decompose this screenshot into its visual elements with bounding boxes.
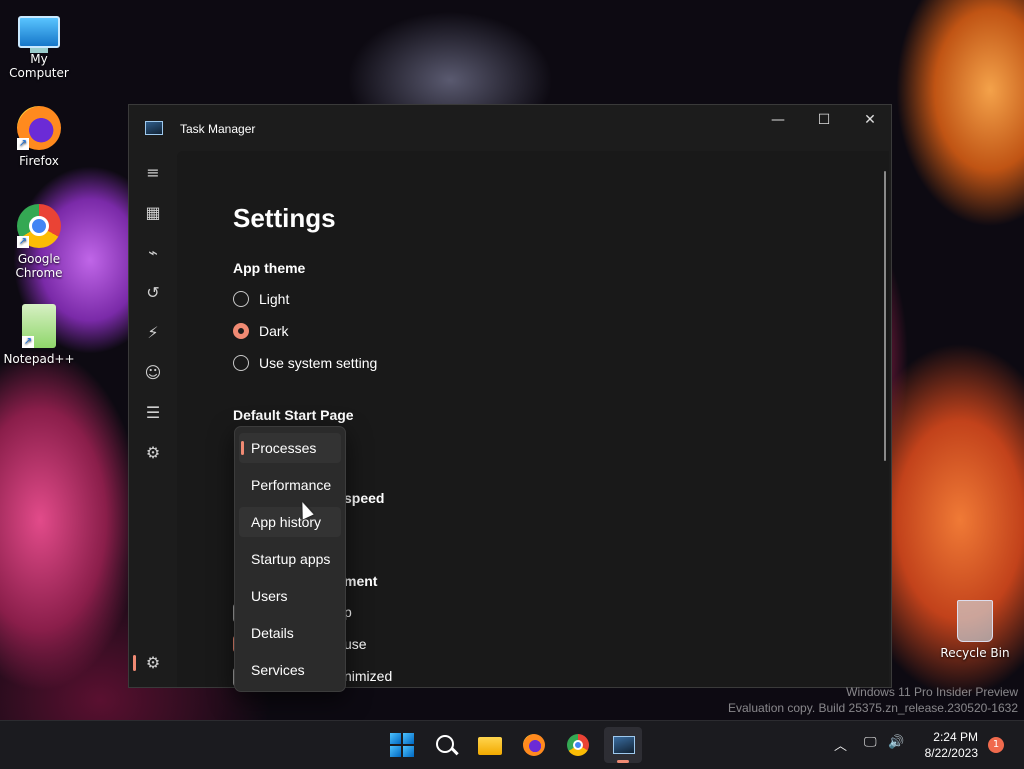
windows-watermark: Windows 11 Pro Insider Preview Evaluatio… [728,684,1018,716]
chevron-up-icon: ︿ [834,739,848,754]
app-theme-label: App theme [233,260,306,276]
window-title: Task Manager [180,122,256,136]
clock-time: 2:24 PM [933,730,978,744]
taskbar: ︿ 🖵 🔊 2:24 PM 8/22/2023 1 [0,720,1024,769]
close-button[interactable]: ✕ [847,105,893,135]
clock[interactable]: 2:24 PM 8/22/2023 [925,729,978,761]
watermark-line-2: Evaluation copy. Build 25375.zn_release.… [728,701,1018,715]
minimize-button[interactable]: — [755,105,801,135]
monitor-icon [18,16,60,53]
users-icon: ☺ [144,363,162,382]
clock-date: 8/22/2023 [924,746,978,760]
notepadpp-icon: ↗ [22,304,56,348]
theme-radio-dark[interactable]: Dark [233,321,289,341]
app-history-icon: ↺ [146,283,160,302]
desktop-icon-label: Notepad++ [3,352,75,366]
dropdown-option-details[interactable]: Details [239,618,341,648]
maximize-button[interactable]: ☐ [801,105,847,135]
dropdown-option-performance[interactable]: Performance [239,470,341,500]
partial-label-nimized: nimized [344,668,393,684]
desktop-icon-my-computer[interactable]: My Computer [1,10,77,80]
nav-users[interactable]: ☺ [135,355,171,391]
radio-label: Use system setting [259,355,378,371]
task-manager-app-icon [145,121,163,135]
folder-icon [478,737,502,755]
nav-startup-apps[interactable]: ⚡ [135,315,171,351]
theme-radio-light[interactable]: Light [233,289,289,309]
radio-label: Dark [259,323,289,339]
services-icon: ⚙ [145,443,161,462]
nav-details[interactable]: ☰ [135,395,171,431]
processes-icon: ▦ [145,203,161,222]
desktop-icon-notepadpp[interactable]: ↗ Notepad++ [1,304,77,366]
page-title: Settings [233,203,336,233]
partial-label-ment: ment [344,573,378,589]
radio-circle [233,355,249,371]
volume-icon[interactable]: 🔊 [888,735,904,750]
hamburger-icon: ≡ [146,163,160,182]
radio-circle [233,291,249,307]
navigation-rail: ≡ ▦ ⌁ ↺ ⚡ ☺ ☰ ⚙ ⚙ [129,151,177,687]
nav-app-history[interactable]: ↺ [135,275,171,311]
desktop-icon-label: Recycle Bin [940,646,1010,660]
theme-radio-system[interactable]: Use system setting [233,353,377,373]
windows-start-icon [390,733,414,757]
task-manager-icon [604,727,642,763]
shortcut-arrow-icon: ↗ [17,138,29,150]
partial-label-use: use [344,636,367,652]
network-icon[interactable]: 🖵 [864,735,877,750]
firefox-icon: ↗ [17,106,61,150]
shortcut-arrow-icon: ↗ [22,336,34,348]
details-icon: ☰ [145,403,161,422]
nav-performance[interactable]: ⌁ [135,235,171,271]
search-icon [436,735,454,753]
desktop-icon-label: My Computer [9,52,69,80]
desktop-icon-chrome[interactable]: ↗ Google Chrome [1,204,77,280]
chrome-taskbar-button[interactable] [562,729,594,761]
file-explorer-button[interactable] [474,729,506,761]
watermark-line-1: Windows 11 Pro Insider Preview [846,685,1018,699]
dropdown-option-startup-apps[interactable]: Startup apps [239,544,341,574]
desktop-icon-recycle-bin[interactable]: Recycle Bin [937,600,1013,660]
nav-processes[interactable]: ▦ [135,195,171,231]
performance-icon: ⌁ [148,243,158,262]
dropdown-option-app-history[interactable]: App history [239,507,341,537]
start-page-dropdown-list: Processes Performance App history Startu… [234,426,346,692]
shortcut-arrow-icon: ↗ [17,236,29,248]
firefox-icon [523,734,545,756]
title-bar[interactable]: Task Manager — ☐ ✕ [129,105,891,151]
radio-label: Light [259,291,290,307]
startup-apps-icon: ⚡ [147,323,159,342]
firefox-taskbar-button[interactable] [518,729,550,761]
nav-services[interactable]: ⚙ [135,435,171,471]
search-button[interactable] [430,729,462,761]
radio-circle-selected [233,323,249,339]
default-start-page-label: Default Start Page [233,407,354,423]
task-manager-taskbar-button[interactable] [604,727,642,763]
partial-label-speed: speed [344,490,385,506]
chrome-icon: ↗ [17,204,61,248]
nav-settings[interactable]: ⚙ [133,645,171,681]
desktop-icon-label: Google Chrome [15,252,63,280]
desktop-icon-firefox[interactable]: ↗ Firefox [1,106,77,168]
recycle-bin-icon [957,600,993,642]
hamburger-menu-button[interactable]: ≡ [135,155,171,191]
show-hidden-icons-button[interactable]: ︿ [834,735,847,754]
start-button[interactable] [386,729,418,761]
dropdown-option-processes[interactable]: Processes [239,433,341,463]
dropdown-option-services[interactable]: Services [239,655,341,685]
desktop-icon-label: Firefox [19,154,59,168]
scrollbar[interactable] [884,171,886,461]
notification-badge[interactable]: 1 [988,737,1004,753]
dropdown-option-users[interactable]: Users [239,581,341,611]
settings-icon: ⚙ [145,653,161,672]
chrome-icon [567,734,589,756]
